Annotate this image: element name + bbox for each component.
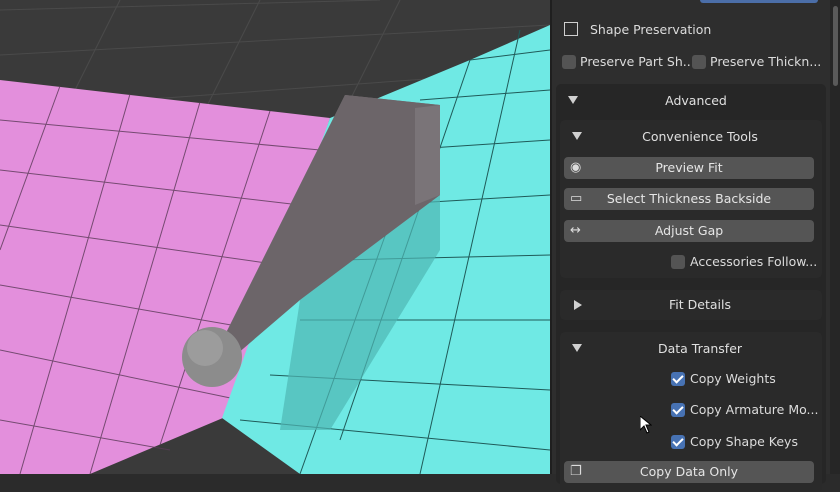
top-accent-button[interactable] bbox=[700, 0, 818, 3]
cube-icon bbox=[564, 22, 578, 36]
arrows-horizontal-icon: ↔ bbox=[570, 223, 581, 238]
copy-shape-keys-checkbox[interactable] bbox=[671, 435, 685, 449]
sphere-highlight bbox=[187, 330, 223, 366]
viewport-scene bbox=[0, 0, 550, 474]
convenience-tools-panel: Convenience Tools ◉ Preview Fit ▭ Select… bbox=[560, 120, 822, 278]
panel-scrollbar[interactable] bbox=[830, 0, 840, 474]
preserve-part-checkbox[interactable] bbox=[562, 55, 576, 69]
copy-data-only-button[interactable]: ❐ Copy Data Only bbox=[564, 461, 814, 483]
mouse-cursor-icon bbox=[640, 416, 652, 434]
fit-details-title[interactable]: Fit Details bbox=[560, 297, 840, 312]
data-transfer-title[interactable]: Data Transfer bbox=[560, 341, 840, 356]
select-backside-icon: ▭ bbox=[570, 191, 583, 206]
copy-data-only-label: Copy Data Only bbox=[639, 464, 739, 479]
wedge-end bbox=[415, 105, 440, 205]
copy-weights-label: Copy Weights bbox=[690, 371, 776, 386]
3d-viewport[interactable] bbox=[0, 0, 550, 474]
shape-preservation-title: Shape Preservation bbox=[590, 22, 712, 37]
accessories-follow-checkbox[interactable] bbox=[671, 255, 685, 269]
convenience-tools-title[interactable]: Convenience Tools bbox=[560, 129, 840, 144]
scrollbar-thumb[interactable] bbox=[833, 6, 838, 86]
properties-panel: Shape Preservation Preserve Part Sh... P… bbox=[550, 0, 840, 492]
adjust-gap-label: Adjust Gap bbox=[654, 223, 724, 238]
select-thickness-label: Select Thickness Backside bbox=[606, 191, 772, 206]
copy-armature-checkbox[interactable] bbox=[671, 403, 685, 417]
preserve-thickness-checkbox[interactable] bbox=[692, 55, 706, 69]
copy-weights-checkbox[interactable] bbox=[671, 372, 685, 386]
data-transfer-panel: Data Transfer Copy Weights Copy Armature… bbox=[560, 332, 822, 492]
preview-fit-label: Preview Fit bbox=[655, 160, 723, 175]
eye-icon: ◉ bbox=[570, 160, 582, 175]
select-thickness-button[interactable]: ▭ Select Thickness Backside bbox=[564, 188, 814, 210]
preview-fit-button[interactable]: ◉ Preview Fit bbox=[564, 157, 814, 179]
accessories-follow-label: Accessories Follow... bbox=[690, 254, 818, 269]
preserve-part-label: Preserve Part Sh... bbox=[580, 54, 695, 69]
advanced-panel: Advanced Convenience Tools ◉ Preview Fit… bbox=[556, 84, 826, 492]
copy-shape-keys-label: Copy Shape Keys bbox=[690, 434, 798, 449]
adjust-gap-button[interactable]: ↔ Adjust Gap bbox=[564, 220, 814, 242]
advanced-title[interactable]: Advanced bbox=[556, 93, 836, 108]
copy-icon: ❐ bbox=[570, 464, 582, 479]
preserve-thickness-label: Preserve Thickn... bbox=[710, 54, 822, 69]
copy-armature-label: Copy Armature Mo... bbox=[690, 402, 819, 417]
fit-details-panel[interactable]: Fit Details bbox=[560, 290, 822, 320]
